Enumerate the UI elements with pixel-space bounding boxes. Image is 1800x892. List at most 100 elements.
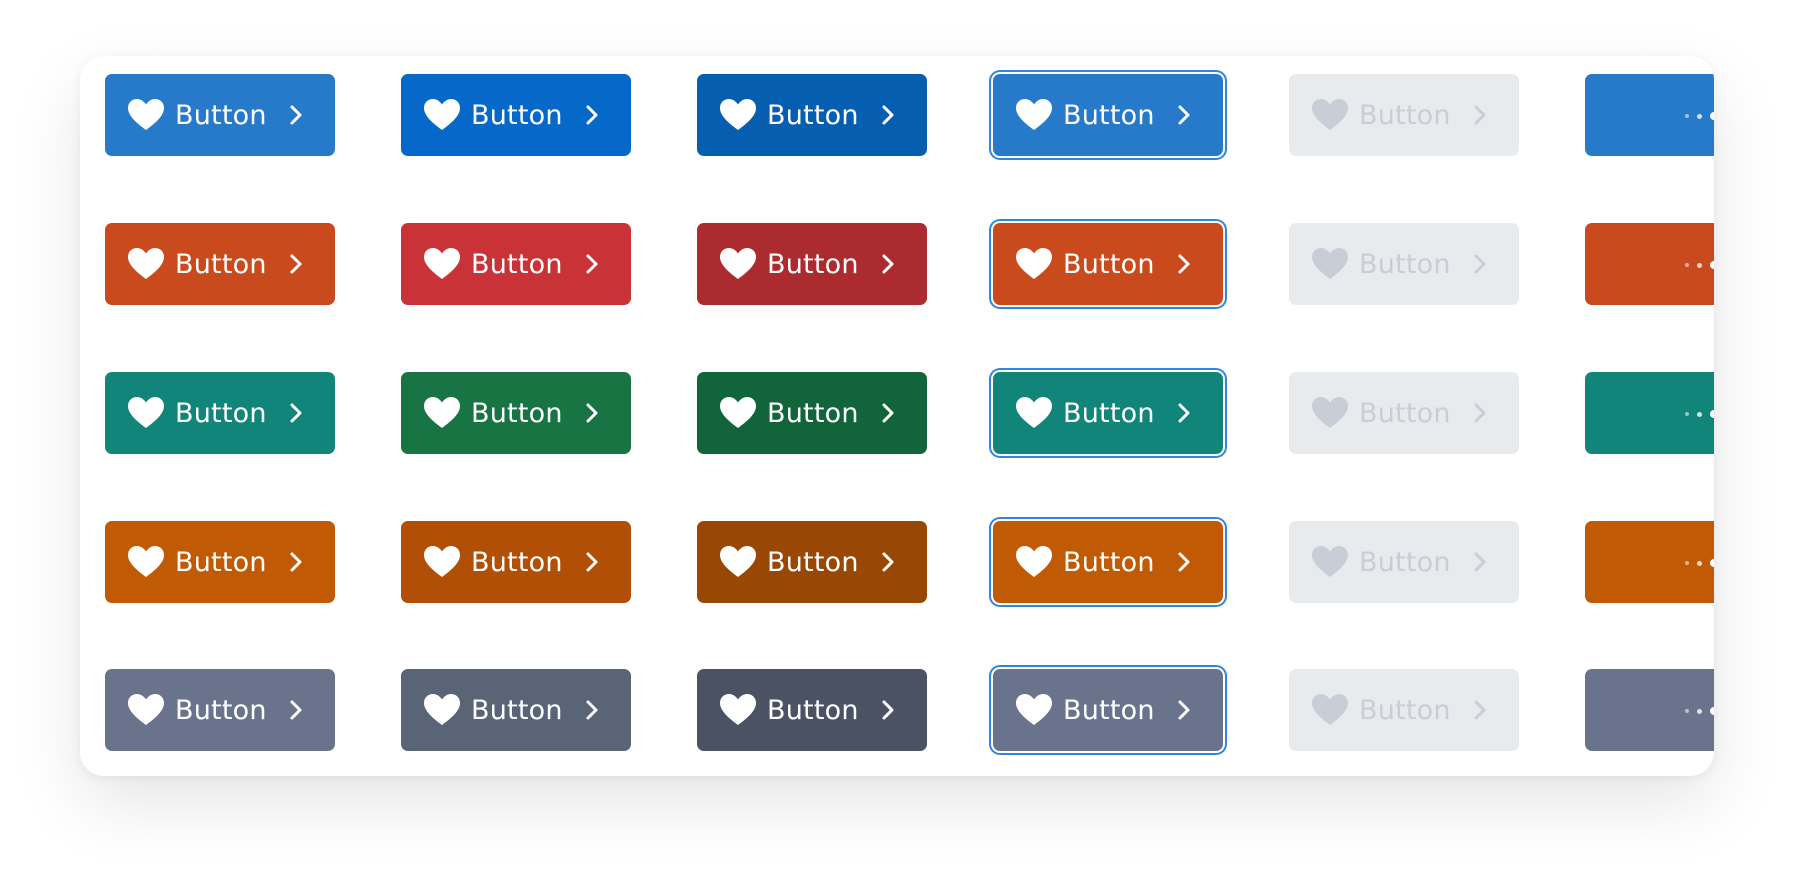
teal-button-hover[interactable]: Button bbox=[401, 372, 631, 454]
chevron-right-icon bbox=[1178, 552, 1190, 572]
heart-icon bbox=[1016, 546, 1052, 577]
chevron-right-icon bbox=[882, 254, 894, 274]
chevron-right-icon bbox=[586, 105, 598, 125]
chevron-right-icon bbox=[1178, 105, 1190, 125]
heart-icon bbox=[1016, 694, 1052, 725]
button-label: Button bbox=[471, 99, 563, 131]
heart-icon bbox=[1312, 248, 1348, 279]
button-label: Button bbox=[1063, 546, 1155, 578]
heart-icon bbox=[1016, 99, 1052, 130]
orange-red-button-loading[interactable] bbox=[1585, 223, 1714, 305]
heart-icon bbox=[128, 397, 164, 428]
orange-red-button-hover[interactable]: Button bbox=[401, 223, 631, 305]
button-showcase-card: Button Button Button Button Button Button Butt… bbox=[80, 56, 1714, 776]
orange-button-focused[interactable]: Button bbox=[993, 521, 1223, 603]
teal-button-loading[interactable] bbox=[1585, 372, 1714, 454]
heart-icon bbox=[424, 397, 460, 428]
button-label: Button bbox=[175, 248, 267, 280]
button-label: Button bbox=[471, 694, 563, 726]
button-label: Button bbox=[471, 248, 563, 280]
button-label: Button bbox=[767, 397, 859, 429]
button-label: Button bbox=[1359, 99, 1451, 131]
chevron-right-icon bbox=[586, 700, 598, 720]
blue-button-hover[interactable]: Button bbox=[401, 74, 631, 156]
button-label: Button bbox=[175, 99, 267, 131]
blue-button-loading[interactable] bbox=[1585, 74, 1714, 156]
gray-button-loading[interactable] bbox=[1585, 669, 1714, 751]
loading-dots-icon bbox=[1685, 410, 1714, 418]
button-label: Button bbox=[471, 397, 563, 429]
orange-button-hover[interactable]: Button bbox=[401, 521, 631, 603]
blue-button-active[interactable]: Button bbox=[697, 74, 927, 156]
blue-button-focused[interactable]: Button bbox=[993, 74, 1223, 156]
chevron-right-icon bbox=[586, 403, 598, 423]
gray-button-hover[interactable]: Button bbox=[401, 669, 631, 751]
heart-icon bbox=[1016, 397, 1052, 428]
orange-red-button-active[interactable]: Button bbox=[697, 223, 927, 305]
chevron-right-icon bbox=[290, 105, 302, 125]
heart-icon bbox=[424, 694, 460, 725]
heart-icon bbox=[128, 248, 164, 279]
heart-icon bbox=[1312, 99, 1348, 130]
chevron-right-icon bbox=[882, 403, 894, 423]
heart-icon bbox=[424, 546, 460, 577]
loading-dots-icon bbox=[1685, 559, 1714, 567]
heart-icon bbox=[1312, 694, 1348, 725]
heart-icon bbox=[720, 99, 756, 130]
button-label: Button bbox=[1063, 694, 1155, 726]
heart-icon bbox=[1016, 248, 1052, 279]
button-label: Button bbox=[1359, 397, 1451, 429]
heart-icon bbox=[720, 694, 756, 725]
chevron-right-icon bbox=[1474, 403, 1486, 423]
button-label: Button bbox=[1359, 546, 1451, 578]
chevron-right-icon bbox=[882, 552, 894, 572]
button-label: Button bbox=[1063, 397, 1155, 429]
loading-dots-icon bbox=[1685, 261, 1714, 269]
chevron-right-icon bbox=[290, 403, 302, 423]
chevron-right-icon bbox=[882, 105, 894, 125]
orange-red-button-default[interactable]: Button bbox=[105, 223, 335, 305]
chevron-right-icon bbox=[1474, 552, 1486, 572]
heart-icon bbox=[424, 248, 460, 279]
blue-button-default[interactable]: Button bbox=[105, 74, 335, 156]
chevron-right-icon bbox=[290, 700, 302, 720]
chevron-right-icon bbox=[1178, 254, 1190, 274]
chevron-right-icon bbox=[1178, 700, 1190, 720]
blue-button-disabled: Button bbox=[1289, 74, 1519, 156]
button-label: Button bbox=[767, 99, 859, 131]
orange-button-disabled: Button bbox=[1289, 521, 1519, 603]
button-label: Button bbox=[1063, 99, 1155, 131]
button-label: Button bbox=[767, 248, 859, 280]
loading-dots-icon bbox=[1685, 112, 1714, 120]
chevron-right-icon bbox=[1474, 700, 1486, 720]
heart-icon bbox=[128, 546, 164, 577]
teal-button-active[interactable]: Button bbox=[697, 372, 927, 454]
gray-button-default[interactable]: Button bbox=[105, 669, 335, 751]
teal-button-default[interactable]: Button bbox=[105, 372, 335, 454]
button-label: Button bbox=[767, 694, 859, 726]
orange-button-default[interactable]: Button bbox=[105, 521, 335, 603]
orange-red-button-disabled: Button bbox=[1289, 223, 1519, 305]
teal-button-disabled: Button bbox=[1289, 372, 1519, 454]
orange-button-active[interactable]: Button bbox=[697, 521, 927, 603]
gray-button-focused[interactable]: Button bbox=[993, 669, 1223, 751]
chevron-right-icon bbox=[290, 552, 302, 572]
heart-icon bbox=[720, 397, 756, 428]
heart-icon bbox=[1312, 397, 1348, 428]
gray-button-active[interactable]: Button bbox=[697, 669, 927, 751]
button-label: Button bbox=[1063, 248, 1155, 280]
orange-button-loading[interactable] bbox=[1585, 521, 1714, 603]
heart-icon bbox=[128, 99, 164, 130]
heart-icon bbox=[1312, 546, 1348, 577]
button-label: Button bbox=[175, 694, 267, 726]
button-label: Button bbox=[471, 546, 563, 578]
heart-icon bbox=[720, 248, 756, 279]
chevron-right-icon bbox=[1474, 254, 1486, 274]
chevron-right-icon bbox=[290, 254, 302, 274]
heart-icon bbox=[128, 694, 164, 725]
heart-icon bbox=[424, 99, 460, 130]
teal-button-focused[interactable]: Button bbox=[993, 372, 1223, 454]
button-label: Button bbox=[767, 546, 859, 578]
button-label: Button bbox=[175, 546, 267, 578]
orange-red-button-focused[interactable]: Button bbox=[993, 223, 1223, 305]
